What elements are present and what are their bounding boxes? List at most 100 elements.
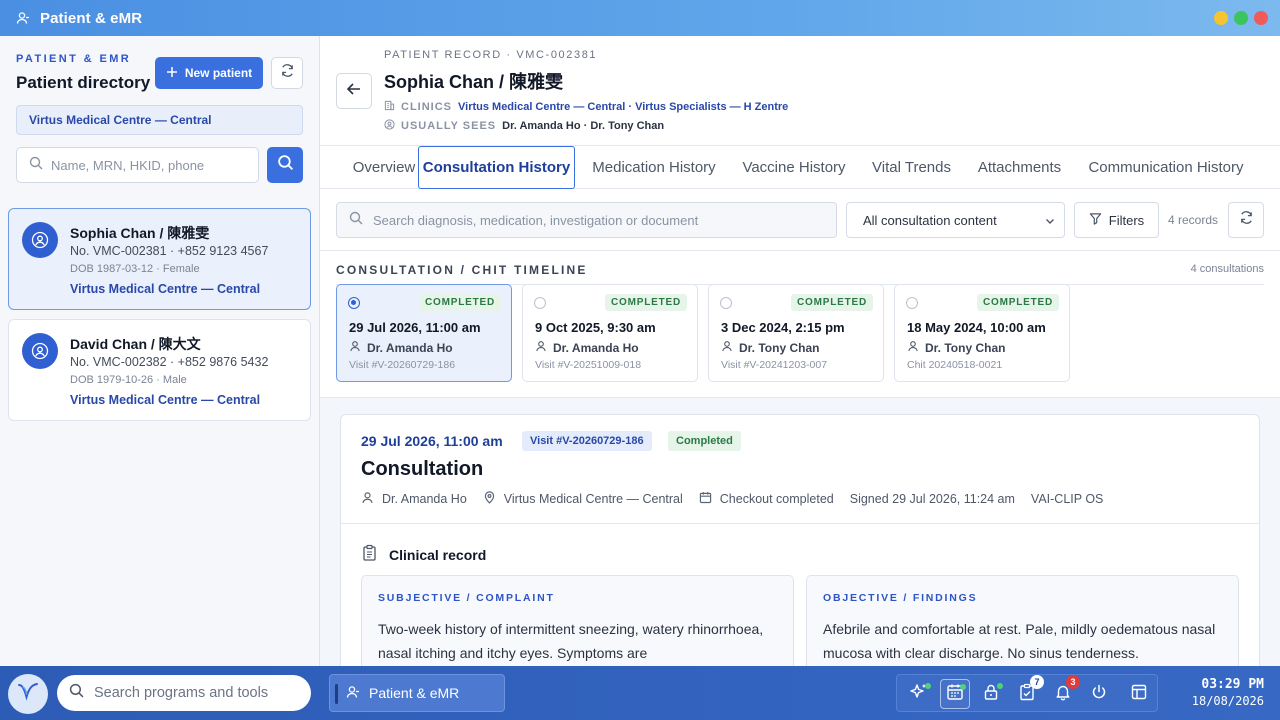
detail-clinic: Virtus Medical Centre — Central [483, 491, 683, 507]
status-dot [925, 683, 931, 689]
objective-heading: OBJECTIVE / FINDINGS [823, 592, 978, 604]
usually-sees-label: USUALLY SEES [401, 120, 497, 132]
timeline-doctor: Dr. Tony Chan [721, 340, 819, 355]
user-icon [16, 11, 30, 25]
timeline-doctor: Dr. Tony Chan [907, 340, 1005, 355]
sidebar-eyebrow: PATIENT & EMR [16, 53, 132, 65]
patient-dob: DOB 1987-03-12 · Female [70, 263, 200, 275]
consultation-search-input[interactable] [373, 212, 813, 228]
power-button[interactable] [1084, 679, 1114, 709]
patient-clinic: Virtus Medical Centre — Central [70, 282, 261, 296]
timeline-doctor-name: Dr. Amanda Ho [367, 340, 453, 355]
lock-button[interactable] [976, 679, 1006, 709]
tab-vital-trends[interactable]: Vital Trends [863, 146, 960, 189]
detail-checkout: Checkout completed [699, 491, 834, 507]
objective-text: Afebrile and comfortable at rest. Pale, … [823, 621, 1216, 661]
clinics-label: CLINICS [401, 101, 452, 113]
logo-icon [17, 682, 39, 707]
taskbar: Patient & eMR 7 3 03:29 PM [0, 666, 1280, 720]
patient-card[interactable]: David Chan / 陳大文 No. VMC-002382 · +852 9… [8, 319, 311, 421]
status-badge: COMPLETED [419, 294, 501, 311]
detail-signed: Signed 29 Jul 2026, 11:24 am [849, 492, 1015, 506]
refresh-records-button[interactable] [1228, 202, 1264, 238]
patient-name: David Chan / 陳大文 [70, 336, 201, 352]
consultation-search-box[interactable] [336, 202, 837, 238]
filter-icon [1089, 212, 1102, 228]
chevron-down-icon [1044, 215, 1056, 230]
record-eyebrow: PATIENT RECORD · VMC-002381 [384, 49, 598, 61]
detail-meta: Dr. Amanda Ho Virtus Medical Centre — Ce… [361, 491, 1119, 507]
window-title: Patient & eMR [40, 9, 143, 27]
timeline-doctor: Dr. Amanda Ho [349, 340, 453, 355]
filters-button[interactable]: Filters [1074, 202, 1159, 238]
timeline-card[interactable]: COMPLETED 18 May 2024, 10:00 am Dr. Tony… [894, 284, 1070, 382]
objective-section: OBJECTIVE / FINDINGS Afebrile and comfor… [806, 575, 1239, 666]
consultation-detail: 29 Jul 2026, 11:00 am Visit #V-20260729-… [340, 414, 1260, 666]
user-icon [907, 340, 919, 355]
ai-assistant-button[interactable] [904, 679, 934, 709]
timeline-date: 29 Jul 2026, 11:00 am [349, 320, 481, 335]
minimize-button[interactable] [1214, 11, 1228, 25]
timeline-ref: Visit #V-20260729-186 [349, 359, 456, 371]
patient-number-phone: No. VMC-002381 · +852 9123 4567 [70, 244, 269, 258]
patient-dob: DOB 1979-10-26 · Male [70, 374, 187, 386]
main-panel: PATIENT RECORD · VMC-002381 Sophia Chan … [320, 36, 1280, 666]
system-clock[interactable]: 03:29 PM 18/08/2026 [1188, 677, 1264, 708]
radio-icon [534, 297, 546, 309]
user-icon [346, 685, 360, 702]
detail-title: Consultation [361, 458, 484, 480]
detail-system: VAI-CLIP OS [1030, 492, 1104, 506]
tab-communication-history[interactable]: Communication History [1080, 146, 1252, 189]
tasks-button[interactable]: 7 [1012, 675, 1044, 709]
subjective-section: SUBJECTIVE / COMPLAINT Two-week history … [361, 575, 794, 666]
patient-name: Sophia Chan / 陳雅雯 [70, 225, 210, 241]
timeline-doctor-name: Dr. Tony Chan [739, 340, 820, 355]
layout-button[interactable] [1124, 679, 1154, 709]
usually-sees-value: Dr. Amanda Ho · Dr. Tony Chan [502, 120, 665, 132]
new-patient-button[interactable]: New patient [155, 57, 263, 89]
timeline-ref: Visit #V-20251009-018 [535, 359, 642, 371]
avatar [22, 333, 58, 369]
detail-visit-ref: Visit #V-20260729-186 [522, 431, 652, 451]
clinic-filter-chip[interactable]: Virtus Medical Centre — Central [16, 105, 303, 135]
calendar-button[interactable] [940, 679, 970, 709]
taskbar-app-patient-emr[interactable]: Patient & eMR [329, 674, 505, 712]
tab-medication-history[interactable]: Medication History [582, 146, 726, 189]
timeline-date: 3 Dec 2024, 2:15 pm [721, 320, 845, 335]
tab-attachments[interactable]: Attachments [968, 146, 1071, 189]
program-search-input[interactable] [94, 685, 294, 701]
back-button[interactable] [336, 73, 372, 109]
timeline-date: 18 May 2024, 10:00 am [907, 320, 1046, 335]
tab-consultation-history[interactable]: Consultation History [418, 146, 575, 189]
timeline-card[interactable]: COMPLETED 9 Oct 2025, 9:30 am Dr. Amanda… [522, 284, 698, 382]
patient-sidebar: PATIENT & EMR Patient directory New pati… [0, 36, 320, 666]
maximize-button[interactable] [1234, 11, 1248, 25]
arrow-left-icon [345, 80, 363, 103]
sidebar-title: Patient directory [16, 73, 151, 92]
timeline-card[interactable]: COMPLETED 29 Jul 2026, 11:00 am Dr. Aman… [336, 284, 512, 382]
patient-search-input[interactable] [51, 157, 241, 173]
building-icon [384, 100, 395, 114]
content-filter-select[interactable]: All consultation content [846, 202, 1065, 238]
clock-date: 18/08/2026 [1191, 694, 1264, 708]
patient-search-button[interactable] [267, 147, 303, 183]
close-button[interactable] [1254, 11, 1268, 25]
start-button[interactable] [8, 674, 48, 714]
record-usually-sees-row: USUALLY SEES Dr. Amanda Ho · Dr. Tony Ch… [384, 119, 664, 133]
clinical-record-title: Clinical record [389, 546, 487, 563]
patient-search-box[interactable] [16, 147, 259, 183]
refresh-directory-button[interactable] [271, 57, 303, 89]
record-clinics-row: CLINICS Virtus Medical Centre — Central … [384, 100, 788, 114]
timeline-card[interactable]: COMPLETED 3 Dec 2024, 2:15 pm Dr. Tony C… [708, 284, 884, 382]
refresh-icon [280, 63, 295, 83]
tab-vaccine-history[interactable]: Vaccine History [734, 146, 854, 189]
patient-card[interactable]: Sophia Chan / 陳雅雯 No. VMC-002381 · +852 … [8, 208, 311, 310]
program-search-box[interactable] [57, 675, 311, 711]
notifications-button[interactable]: 3 [1048, 675, 1080, 709]
record-tabs: Overview Consultation History Medication… [320, 145, 1280, 189]
timeline-doctor-name: Dr. Tony Chan [925, 340, 1006, 355]
clinics-value: Virtus Medical Centre — Central · Virtus… [458, 101, 789, 113]
detail-doctor: Dr. Amanda Ho [361, 491, 467, 507]
detail-clinic-name: Virtus Medical Centre — Central [503, 492, 683, 506]
subjective-text: Two-week history of intermittent sneezin… [378, 621, 764, 661]
